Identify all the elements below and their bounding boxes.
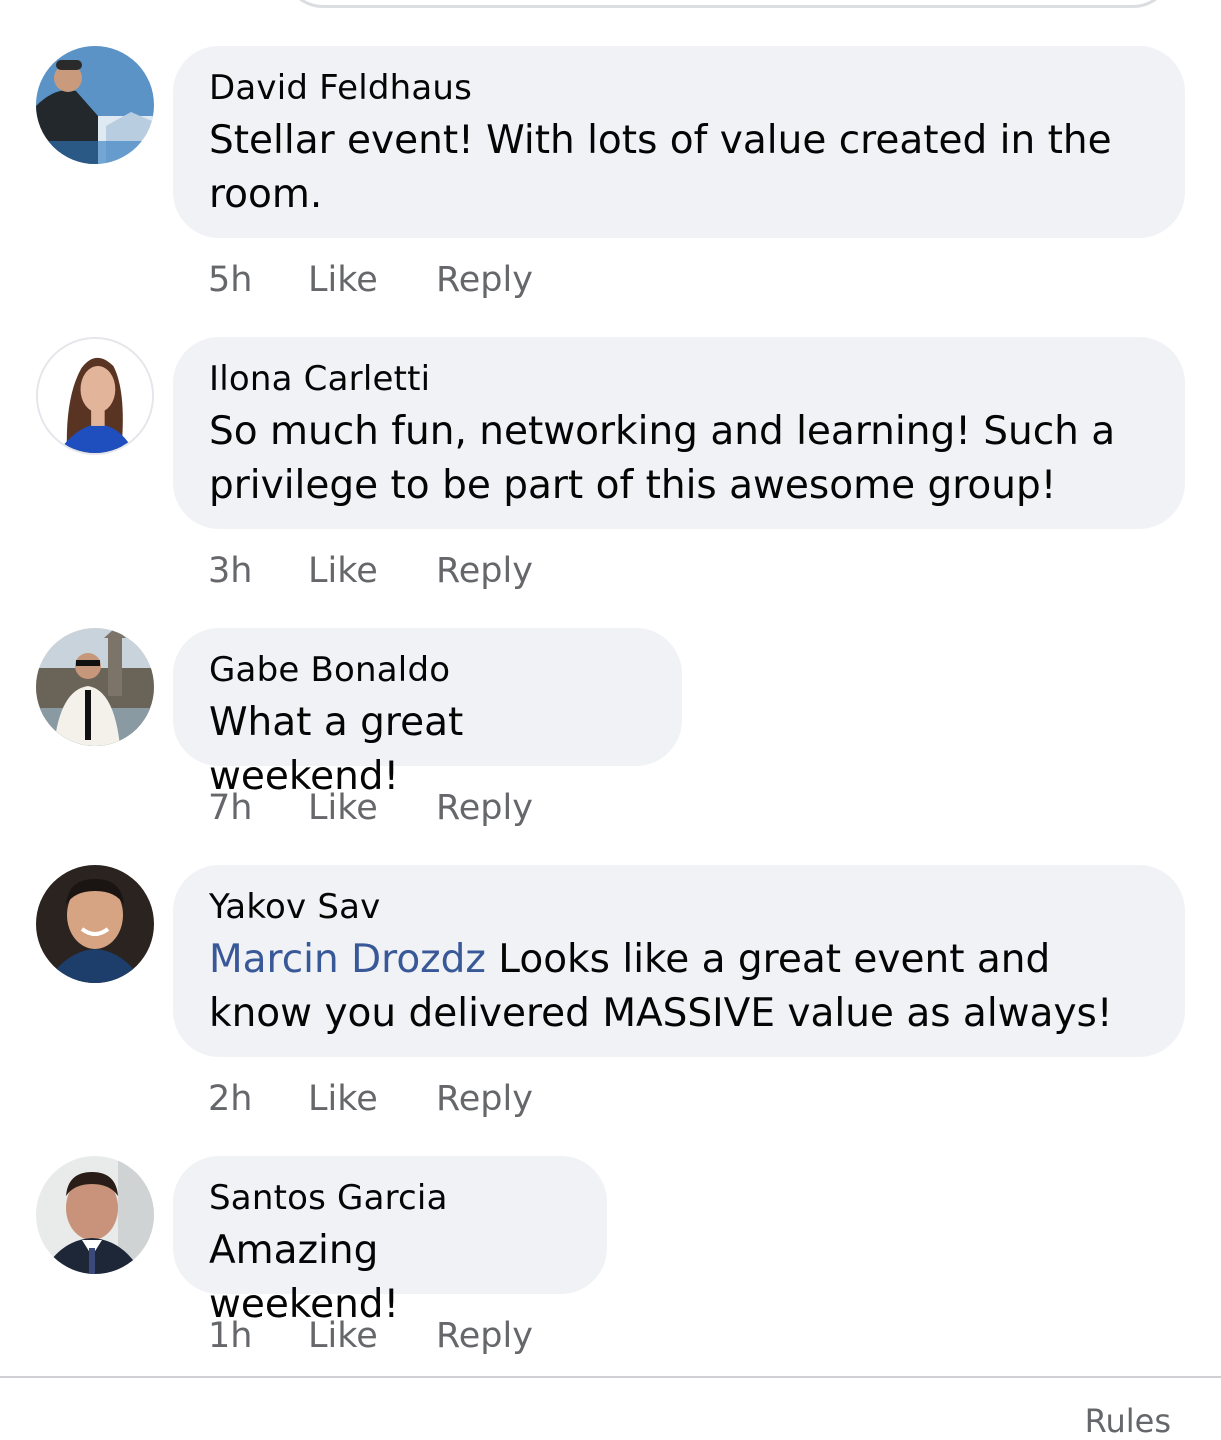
avatar[interactable] [36, 865, 154, 983]
comment-bubble[interactable]: Yakov Sav Marcin Drozdz Looks like a gre… [173, 865, 1185, 1057]
comment-author[interactable]: Gabe Bonaldo [209, 650, 646, 690]
comment-text: Marcin Drozdz Looks like a great event a… [209, 933, 1149, 1041]
comment-text: So much fun, networking and learning! Su… [209, 409, 1116, 508]
profile-photo-icon [36, 1156, 154, 1274]
avatar[interactable] [36, 337, 154, 455]
comment-author[interactable]: David Feldhaus [209, 68, 1149, 108]
comment-author[interactable]: Ilona Carletti [209, 359, 1149, 399]
comment-actions: 1h Like Reply [208, 1316, 533, 1356]
reply-button[interactable]: Reply [436, 260, 533, 300]
like-button[interactable]: Like [308, 551, 436, 591]
comment-author[interactable]: Yakov Sav [209, 887, 1149, 927]
avatar[interactable] [36, 1156, 154, 1274]
previous-comment-bubble-edge [283, 0, 1173, 8]
comment-actions: 3h Like Reply [208, 551, 533, 591]
reply-button[interactable]: Reply [436, 551, 533, 591]
reply-button[interactable]: Reply [436, 788, 533, 828]
profile-photo-icon [36, 628, 154, 746]
comment-text: Stellar event! With lots of value create… [209, 118, 1112, 217]
comment-timestamp[interactable]: 2h [208, 1079, 308, 1119]
mention-link[interactable]: Marcin Drozdz [209, 937, 486, 982]
comment-timestamp[interactable]: 1h [208, 1316, 308, 1356]
comment-actions: 5h Like Reply [208, 260, 533, 300]
comment-actions: 2h Like Reply [208, 1079, 533, 1119]
comment-timestamp[interactable]: 5h [208, 260, 308, 300]
comment-author[interactable]: Santos Garcia [209, 1178, 571, 1218]
reply-button[interactable]: Reply [436, 1079, 533, 1119]
avatar[interactable] [36, 628, 154, 746]
comment-timestamp[interactable]: 3h [208, 551, 308, 591]
profile-photo-icon [38, 339, 152, 453]
comment-bubble[interactable]: David Feldhaus Stellar event! With lots … [173, 46, 1185, 238]
profile-photo-icon [36, 46, 154, 164]
reply-button[interactable]: Reply [436, 1316, 533, 1356]
comment-bubble[interactable]: Gabe Bonaldo What a great weekend! [173, 628, 682, 799]
footer-divider [0, 1376, 1221, 1378]
like-button[interactable]: Like [308, 260, 436, 300]
like-button[interactable]: Like [308, 788, 436, 828]
like-button[interactable]: Like [308, 1316, 436, 1356]
rules-link[interactable]: Rules [1085, 1402, 1171, 1440]
comment-timestamp[interactable]: 7h [208, 788, 308, 828]
avatar[interactable] [36, 46, 154, 164]
profile-photo-icon [36, 865, 154, 983]
like-button[interactable]: Like [308, 1079, 436, 1119]
comment-bubble[interactable]: Santos Garcia Amazing weekend! [173, 1156, 607, 1327]
comment-actions: 7h Like Reply [208, 788, 533, 828]
comment-bubble[interactable]: Ilona Carletti So much fun, networking a… [173, 337, 1185, 529]
